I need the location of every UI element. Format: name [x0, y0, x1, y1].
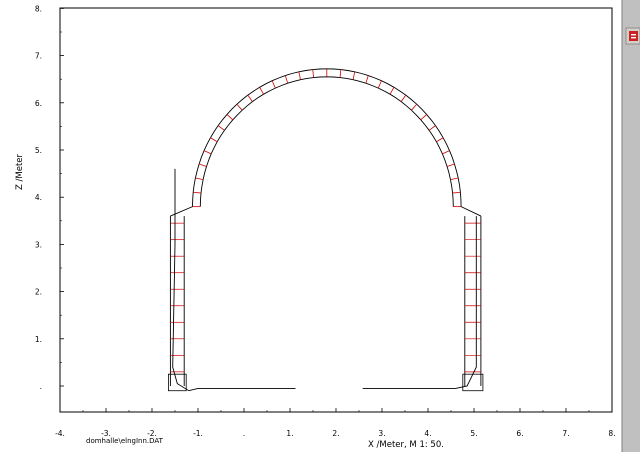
- x-tick-label: 1.: [286, 429, 293, 438]
- x-tick-label: 2.: [332, 429, 339, 438]
- x-tick-label: -1.: [193, 429, 203, 438]
- x-tick-label: 6.: [516, 429, 523, 438]
- tool-icon: [629, 31, 638, 41]
- y-tick-label: .: [40, 382, 42, 391]
- y-tick-label: 1.: [35, 335, 42, 344]
- y-tick-label: 4.: [35, 193, 42, 202]
- x-tick-label: 3.: [378, 429, 385, 438]
- x-axis-title: X /Meter, M 1: 50.: [368, 440, 444, 450]
- drawing-canvas: [0, 0, 622, 452]
- x-tick-label: 7.: [562, 429, 569, 438]
- y-tick-label: 6.: [35, 99, 42, 108]
- x-tick-label: 4.: [424, 429, 431, 438]
- x-tick-label: 5.: [470, 429, 477, 438]
- y-axis-title: Z /Meter: [15, 153, 25, 190]
- x-tick-label: .: [243, 429, 245, 438]
- y-tick-label: 5.: [35, 146, 42, 155]
- plot-window: -4. -3. -2. -1.. 1. 2. 3. 4. 5. 6. 7. 8..1.2.3.4.5.…: [0, 0, 640, 452]
- y-tick-label: 8.: [35, 4, 42, 13]
- window-right-strip: [622, 0, 640, 452]
- y-tick-label: 3.: [35, 240, 42, 249]
- toolbar-button[interactable]: [625, 27, 640, 45]
- file-name-label: domhalle\elngInn.DAT: [86, 437, 164, 445]
- x-tick-label: -4.: [55, 429, 65, 438]
- y-tick-label: 2.: [35, 288, 42, 297]
- y-tick-label: 7.: [35, 52, 42, 61]
- x-tick-label: 8.: [608, 429, 615, 438]
